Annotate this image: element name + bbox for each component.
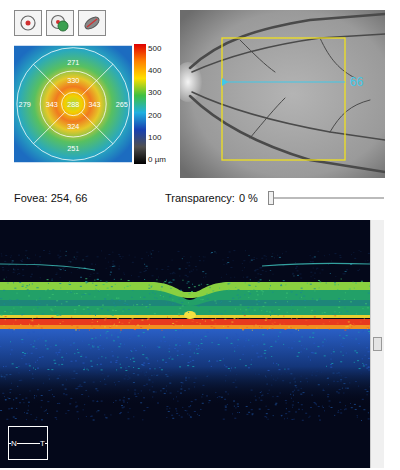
toolbar-button[interactable] (78, 10, 106, 36)
svg-text:343: 343 (88, 100, 100, 109)
left-column: 271 279 265 251 330 343 288 343 324 500 400 300 200 1… (0, 10, 166, 180)
scale-tick: 500 (148, 44, 166, 53)
svg-text:288: 288 (67, 100, 79, 109)
transparency-slider[interactable] (268, 191, 384, 205)
svg-text:265: 265 (116, 100, 128, 109)
bscan-image (0, 220, 370, 468)
orientation-label: T (40, 439, 45, 448)
svg-text:271: 271 (67, 58, 79, 67)
thickness-map: 271 279 265 251 330 343 288 343 324 (14, 44, 132, 164)
transparency-label: Transparency: (165, 190, 235, 207)
svg-text:324: 324 (67, 122, 79, 131)
fundus-panel: 66 (180, 10, 385, 180)
scale-tick: 400 (148, 66, 166, 75)
transparency-value: 0 % (239, 190, 258, 207)
scrollbar[interactable] (370, 220, 384, 468)
info-row: Fovea: 254, 66Transparency:0 % (0, 180, 400, 216)
scale-tick: 0 µm (148, 155, 166, 164)
color-bar (134, 44, 146, 164)
svg-text:279: 279 (19, 100, 31, 109)
toolbar-button[interactable] (14, 10, 42, 36)
scan-icon (82, 14, 102, 32)
svg-text:66: 66 (350, 75, 364, 89)
slider-track (268, 197, 384, 199)
fundus-image: 66 (180, 10, 385, 178)
fovea-label: Fovea: 254, 66 (14, 190, 165, 207)
toolbar (14, 10, 166, 36)
bscan-panel: NT (0, 220, 400, 468)
orientation-marker: NT (8, 426, 48, 460)
orientation-label: N (11, 439, 17, 448)
scale-tick: 200 (148, 111, 166, 120)
overlay-icon (50, 14, 70, 32)
slider-thumb[interactable] (268, 191, 274, 205)
svg-text:251: 251 (67, 144, 79, 153)
scale-tick: 300 (148, 88, 166, 97)
scale-tick: 100 (148, 133, 166, 142)
toolbar-button[interactable] (46, 10, 74, 36)
target-icon (19, 14, 37, 32)
top-row: 271 279 265 251 330 343 288 343 324 500 400 300 200 1… (0, 0, 400, 180)
thickness-panel: 271 279 265 251 330 343 288 343 324 500 400 300 200 1… (14, 44, 166, 164)
bscan-view: NT (0, 220, 370, 468)
scrollbar-thumb[interactable] (373, 337, 382, 351)
svg-text:343: 343 (46, 100, 58, 109)
oct-viewer: 271 279 265 251 330 343 288 343 324 500 400 300 200 1… (0, 0, 400, 470)
color-scale: 500 400 300 200 100 0 µm (148, 44, 166, 164)
svg-text:330: 330 (67, 76, 79, 85)
